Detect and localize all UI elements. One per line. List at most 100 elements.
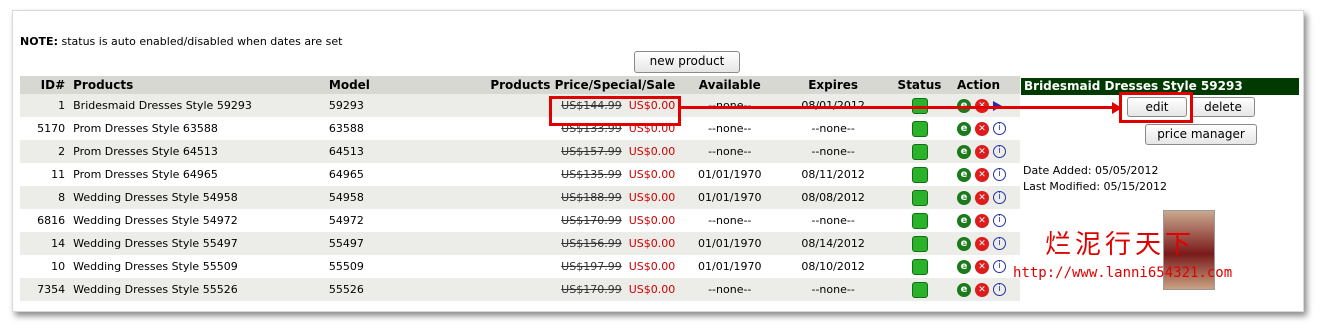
status-green-icon[interactable] [911, 258, 928, 275]
table-row[interactable]: 11 Prom Dresses Style 64965 64965 US$135… [20, 163, 1020, 186]
edit-e-icon[interactable]: e [957, 121, 971, 136]
row-model: 55497 [324, 232, 430, 255]
row-model: 59293 [324, 94, 430, 117]
delete-x-icon[interactable]: ✕ [975, 144, 989, 159]
row-status [886, 209, 953, 232]
table-row[interactable]: 2 Prom Dresses Style 64513 64513 US$157.… [20, 140, 1020, 163]
row-model: 64513 [324, 140, 430, 163]
row-expires: --none-- [780, 209, 886, 232]
row-expires: --none-- [780, 140, 886, 163]
row-product: Prom Dresses Style 64965 [69, 163, 325, 186]
table-row[interactable]: 10 Wedding Dresses Style 55509 55509 US$… [20, 255, 1020, 278]
info-icon[interactable]: i [993, 237, 1006, 250]
price-manager-button[interactable]: price manager [1145, 124, 1257, 145]
row-available: --none-- [679, 117, 781, 140]
info-icon[interactable]: i [993, 168, 1006, 181]
row-actions: e ✕ i [953, 117, 1020, 140]
col-model[interactable]: Model [324, 76, 430, 94]
delete-x-icon[interactable]: ✕ [975, 213, 989, 228]
info-icon[interactable]: i [993, 191, 1006, 204]
row-expires: 08/11/2012 [780, 163, 886, 186]
row-status [886, 232, 953, 255]
table-row[interactable]: 6816 Wedding Dresses Style 54972 54972 U… [20, 209, 1020, 232]
annotation-price-box [549, 96, 681, 126]
row-available: 01/01/1970 [679, 232, 781, 255]
row-status [886, 255, 953, 278]
row-product: Bridesmaid Dresses Style 59293 [69, 94, 325, 117]
watermark-chinese: 烂泥行天下 [1045, 230, 1196, 260]
row-status [886, 278, 953, 301]
row-model: 54972 [324, 209, 430, 232]
status-green-icon[interactable] [911, 281, 928, 298]
info-icon[interactable]: i [993, 214, 1006, 227]
table-row[interactable]: 7354 Wedding Dresses Style 55526 55526 U… [20, 278, 1020, 301]
row-expires: 08/10/2012 [780, 255, 886, 278]
row-actions: e ✕ i [953, 278, 1020, 301]
row-status [886, 163, 953, 186]
info-icon[interactable]: i [993, 283, 1006, 296]
table-header-row: ID# Products Model Products Price/Specia… [20, 76, 1020, 94]
status-green-icon[interactable] [911, 166, 928, 183]
row-expires: 08/08/2012 [780, 186, 886, 209]
table-row[interactable]: 5170 Prom Dresses Style 63588 63588 US$1… [20, 117, 1020, 140]
info-icon[interactable]: i [993, 122, 1006, 135]
row-actions: e ✕ i [953, 255, 1020, 278]
col-id[interactable]: ID# [20, 76, 70, 94]
edit-e-icon[interactable]: e [957, 144, 971, 159]
note-text: status is auto enabled/disabled when dat… [57, 35, 343, 48]
row-price: US$188.99 US$0.00 [429, 186, 680, 209]
status-note: NOTE: status is auto enabled/disabled wh… [20, 35, 342, 48]
edit-e-icon[interactable]: e [957, 236, 971, 251]
status-green-icon[interactable] [911, 120, 928, 137]
row-id: 14 [20, 232, 70, 255]
row-available: --none-- [679, 278, 781, 301]
row-sale-price: US$0.00 [628, 168, 676, 181]
delete-x-icon[interactable]: ✕ [975, 121, 989, 136]
edit-e-icon[interactable]: e [957, 282, 971, 297]
col-action: Action [953, 76, 1020, 94]
new-product-button[interactable]: new product [634, 51, 740, 73]
col-expires: Expires [780, 76, 886, 94]
row-model: 55526 [324, 278, 430, 301]
info-icon[interactable]: i [993, 145, 1006, 158]
row-price: US$170.99 US$0.00 [429, 278, 680, 301]
row-actions: e ✕ i [953, 140, 1020, 163]
col-status: Status [886, 76, 953, 94]
info-icon[interactable]: i [993, 260, 1006, 273]
delete-x-icon[interactable]: ✕ [975, 259, 989, 274]
row-available: --none-- [679, 140, 781, 163]
edit-e-icon[interactable]: e [957, 190, 971, 205]
delete-x-icon[interactable]: ✕ [975, 167, 989, 182]
row-available: --none-- [679, 209, 781, 232]
row-product: Wedding Dresses Style 54972 [69, 209, 325, 232]
row-price: US$156.99 US$0.00 [429, 232, 680, 255]
row-status [886, 140, 953, 163]
edit-e-icon[interactable]: e [957, 259, 971, 274]
delete-x-icon[interactable]: ✕ [975, 282, 989, 297]
row-old-price: US$170.99 [561, 283, 622, 296]
last-modified: Last Modified: 05/15/2012 [1023, 180, 1167, 193]
delete-x-icon[interactable]: ✕ [975, 236, 989, 251]
table-row[interactable]: 8 Wedding Dresses Style 54958 54958 US$1… [20, 186, 1020, 209]
col-price: Products Price/Special/Sale [429, 76, 680, 94]
row-old-price: US$135.99 [561, 168, 622, 181]
col-products[interactable]: Products [69, 76, 325, 94]
annotation-arrow-line [678, 106, 1116, 109]
status-green-icon[interactable] [911, 143, 928, 160]
row-model: 54958 [324, 186, 430, 209]
delete-button[interactable]: delete [1191, 97, 1255, 117]
status-green-icon[interactable] [911, 235, 928, 252]
row-expires: --none-- [780, 117, 886, 140]
table-row[interactable]: 14 Wedding Dresses Style 55497 55497 US$… [20, 232, 1020, 255]
edit-e-icon[interactable]: e [957, 167, 971, 182]
row-available: 01/01/1970 [679, 163, 781, 186]
status-green-icon[interactable] [911, 212, 928, 229]
row-price: US$135.99 US$0.00 [429, 163, 680, 186]
product-table: ID# Products Model Products Price/Specia… [20, 76, 1020, 301]
row-sale-price: US$0.00 [628, 145, 676, 158]
edit-e-icon[interactable]: e [957, 213, 971, 228]
delete-x-icon[interactable]: ✕ [975, 190, 989, 205]
status-green-icon[interactable] [911, 189, 928, 206]
row-sale-price: US$0.00 [628, 260, 676, 273]
row-old-price: US$157.99 [561, 145, 622, 158]
